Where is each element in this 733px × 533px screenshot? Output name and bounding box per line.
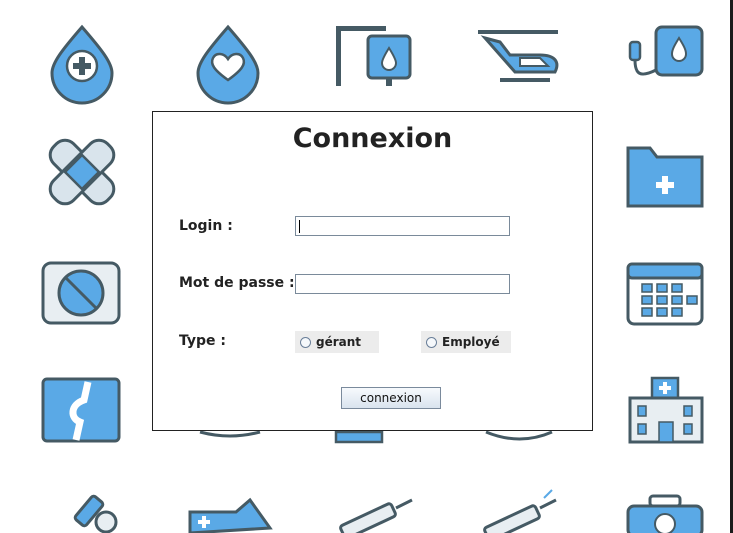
login-label: Login : (179, 218, 233, 234)
microscope-icon (73, 494, 118, 533)
dialog-title: Connexion (292, 123, 453, 154)
helicopter-icon (478, 30, 559, 82)
radio-circle-icon (300, 336, 311, 348)
knee-xray-icon (41, 377, 121, 443)
login-dialog: Connexion Login : Mot de passe : Type : … (152, 111, 593, 431)
radio-circle-icon (426, 336, 437, 348)
medical-folder-icon (626, 146, 704, 208)
text-caret (299, 220, 300, 233)
type-label: Type : (179, 333, 227, 349)
password-input[interactable] (295, 274, 510, 294)
heart-drop-icon (196, 24, 260, 105)
syringe-icon (483, 489, 557, 533)
blood-bag-icon (628, 25, 704, 77)
pill-icon (41, 261, 121, 325)
connexion-button[interactable]: connexion (341, 387, 441, 409)
first-aid-kit-icon (626, 494, 704, 533)
radio-employe[interactable]: Employé (421, 331, 511, 353)
hospital-icon (628, 376, 704, 444)
password-label: Mot de passe : (179, 275, 295, 291)
radio-gerant[interactable]: gérant (295, 331, 379, 353)
radio-employe-label: Employé (442, 335, 500, 349)
calendar-icon (626, 262, 704, 326)
blood-drop-plus-icon (50, 24, 114, 105)
login-input[interactable] (295, 216, 510, 236)
iv-drip-icon (336, 26, 412, 86)
ambulance-icon (188, 497, 273, 533)
bandage-icon (48, 138, 116, 206)
radio-gerant-label: gérant (316, 335, 362, 349)
syringe-icon (339, 498, 413, 533)
